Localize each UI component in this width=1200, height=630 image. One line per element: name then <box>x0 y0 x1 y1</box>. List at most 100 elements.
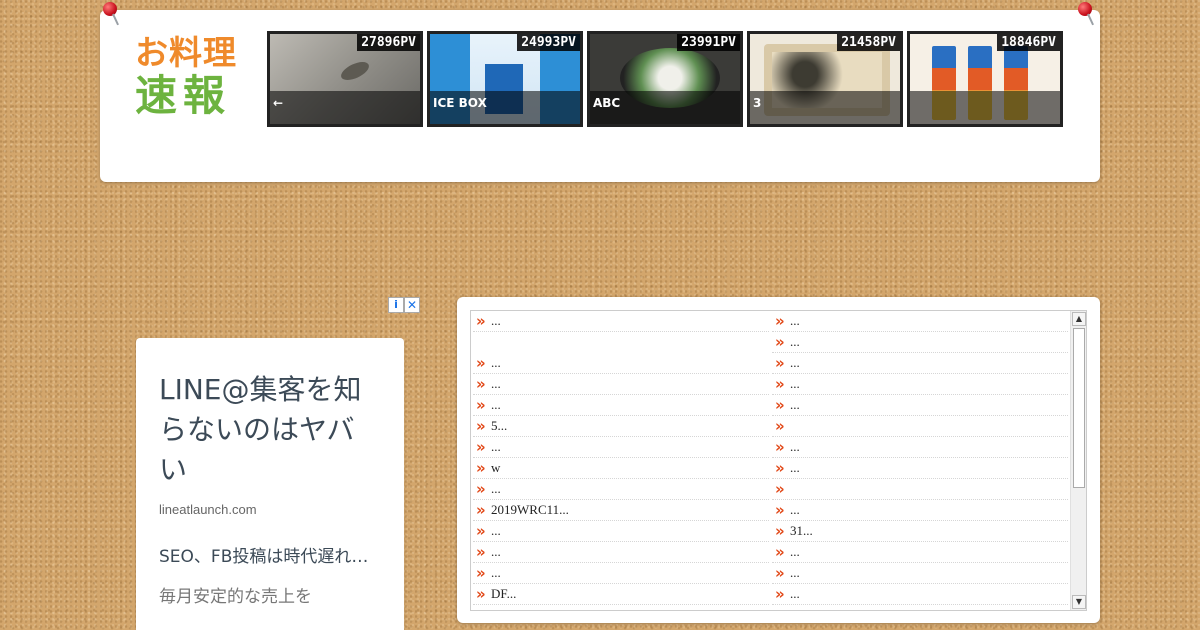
popular-article-thumb[interactable]: 24993PV ICE BOX <box>427 31 583 127</box>
link-list-item[interactable]: »... <box>772 542 1068 563</box>
thumb-caption: ABC <box>590 91 740 124</box>
double-chevron-icon: » <box>476 500 486 519</box>
double-chevron-icon: » <box>476 542 486 561</box>
double-chevron-icon: » <box>775 332 785 351</box>
ad-domain[interactable]: lineatlaunch.com <box>159 502 381 517</box>
link-title[interactable]: ... <box>491 565 501 581</box>
link-list-item[interactable]: » w <box>473 458 769 479</box>
link-title[interactable]: ... <box>491 397 501 413</box>
ad-title[interactable]: LINE@集客を知らないのはヤバい <box>159 370 374 490</box>
link-list-item[interactable]: » 31... <box>772 521 1068 542</box>
popular-article-thumb[interactable]: 23991PV ABC <box>587 31 743 127</box>
double-chevron-icon: » <box>775 479 785 498</box>
double-chevron-icon: » <box>476 458 486 477</box>
pageview-count: 18846PV <box>997 34 1060 51</box>
link-list-item[interactable]: »... <box>473 395 769 416</box>
ad-subtext: 毎月安定的な売上を <box>159 587 312 607</box>
scroll-down-icon[interactable]: ▼ <box>1072 595 1086 609</box>
link-list-item[interactable]: »... <box>772 311 1068 332</box>
scrollbar[interactable]: ▲ ▼ <box>1070 311 1086 610</box>
double-chevron-icon: » <box>476 374 486 393</box>
popular-articles-strip: 27896PV ← 24993PV ICE BOX 23991PV ABC 21… <box>267 31 1063 127</box>
thumb-caption: 3 <box>750 91 900 124</box>
link-list-item[interactable]: » 2019WRC11... <box>473 500 769 521</box>
link-title[interactable]: ... <box>790 586 800 602</box>
link-title[interactable]: ... <box>491 523 501 539</box>
link-title[interactable]: 31... <box>790 523 813 539</box>
link-list-item: » <box>772 479 1068 500</box>
link-title[interactable]: ... <box>790 313 800 329</box>
ad-card[interactable]: LINE@集客を知らないのはヤバい lineatlaunch.com SEO、F… <box>136 338 404 630</box>
scroll-thumb[interactable] <box>1073 328 1085 488</box>
link-list-item[interactable]: »... <box>772 374 1068 395</box>
double-chevron-icon: » <box>775 374 785 393</box>
link-title[interactable]: ... <box>491 439 501 455</box>
link-title[interactable]: ... <box>790 460 800 476</box>
popular-article-thumb[interactable]: 21458PV 3 <box>747 31 903 127</box>
pageview-count: 24993PV <box>517 34 580 51</box>
ad-info-icon[interactable]: i <box>388 297 404 313</box>
link-title[interactable]: ... <box>790 355 800 371</box>
link-title[interactable]: DF... <box>491 586 516 602</box>
link-title[interactable]: ... <box>790 439 800 455</box>
link-title[interactable]: 5... <box>491 418 507 434</box>
link-title[interactable]: ... <box>491 313 501 329</box>
pushpin-icon <box>1077 2 1094 28</box>
pageview-count: 23991PV <box>677 34 740 51</box>
link-list-item[interactable]: »... <box>772 437 1068 458</box>
links-column-left: »...»...»...»...» 5...»...» w»...» 2019WRC1… <box>473 311 769 605</box>
link-title[interactable]: ... <box>790 502 800 518</box>
link-list-item[interactable]: »... <box>473 521 769 542</box>
links-column-right: »...»...»...»...»...»»...»...»»...» 31...… <box>772 311 1068 605</box>
link-list-item[interactable]: » 5... <box>473 416 769 437</box>
link-title[interactable]: ... <box>491 481 501 497</box>
link-list-item[interactable]: »... <box>772 584 1068 605</box>
link-list-item[interactable]: »... <box>473 542 769 563</box>
link-title[interactable]: ... <box>491 376 501 392</box>
logo-line1: お料理 <box>135 33 237 72</box>
double-chevron-icon: » <box>775 521 785 540</box>
pageview-count: 21458PV <box>837 34 900 51</box>
link-list-item[interactable]: »... <box>473 311 769 332</box>
link-title[interactable]: ... <box>491 544 501 560</box>
link-list-item[interactable]: »... <box>473 479 769 500</box>
ad-close-icon[interactable]: ✕ <box>404 297 420 313</box>
link-title[interactable]: ... <box>790 565 800 581</box>
site-logo[interactable]: お料理 速報 <box>135 34 245 120</box>
popular-article-thumb[interactable]: 27896PV ← <box>267 31 423 127</box>
link-list-item[interactable]: »... <box>772 500 1068 521</box>
thumb-caption <box>910 91 1060 124</box>
link-title[interactable]: ... <box>790 397 800 413</box>
link-title[interactable]: 2019WRC11... <box>491 502 569 518</box>
link-list-item[interactable]: »... <box>772 563 1068 584</box>
double-chevron-icon: » <box>775 311 785 330</box>
link-list-item[interactable]: »... <box>772 332 1068 353</box>
link-list-item[interactable]: »... <box>473 353 769 374</box>
link-title[interactable]: ... <box>790 334 800 350</box>
link-list-item[interactable]: »... <box>772 353 1068 374</box>
link-list-item[interactable]: » DF... <box>473 584 769 605</box>
double-chevron-icon: » <box>775 437 785 456</box>
double-chevron-icon: » <box>476 311 486 330</box>
link-list-item[interactable]: »... <box>772 458 1068 479</box>
double-chevron-icon: » <box>476 563 486 582</box>
double-chevron-icon: » <box>775 500 785 519</box>
link-list-item[interactable]: »... <box>473 374 769 395</box>
double-chevron-icon: » <box>476 437 486 456</box>
ad-choices: i ✕ <box>388 297 420 313</box>
double-chevron-icon: » <box>775 353 785 372</box>
link-title[interactable]: ... <box>491 355 501 371</box>
pageview-count: 27896PV <box>357 34 420 51</box>
link-title[interactable]: ... <box>790 544 800 560</box>
scroll-up-icon[interactable]: ▲ <box>1072 312 1086 326</box>
link-title[interactable]: w <box>491 460 500 476</box>
link-list-item[interactable]: »... <box>473 563 769 584</box>
popular-article-thumb[interactable]: 18846PV <box>907 31 1063 127</box>
link-list-item[interactable]: »... <box>772 395 1068 416</box>
link-list-item[interactable]: »... <box>473 437 769 458</box>
links-scroll-box[interactable]: »...»...»...»...» 5...»...» w»...» 2019WRC1… <box>470 310 1087 611</box>
link-title[interactable]: ... <box>790 376 800 392</box>
double-chevron-icon: » <box>775 458 785 477</box>
double-chevron-icon: » <box>476 479 486 498</box>
thumb-caption: ICE BOX <box>430 91 580 124</box>
